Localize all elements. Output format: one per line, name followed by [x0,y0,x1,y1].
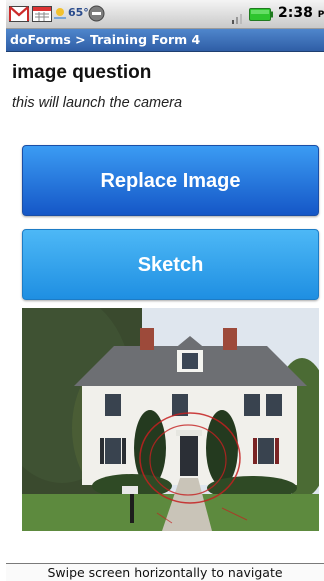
calendar-icon [32,6,52,22]
signal-icon [232,14,242,24]
clock: 2:38 PM [278,5,324,21]
temperature-label: 65° [68,6,89,19]
app-title: doForms > Training Form 4 [10,32,201,47]
replace-image-button[interactable]: Replace Image [22,145,319,216]
question-title: image question [12,62,152,83]
battery-icon [249,8,273,21]
sketch-button[interactable]: Sketch [22,229,319,300]
clock-suffix: PM [317,10,324,20]
status-bar: 65° 2:38 PM [6,0,324,29]
captured-image[interactable] [22,308,319,531]
weather-icon [54,8,66,19]
phone-screen: 65° 2:38 PM doForms > Training Form 4 im… [6,0,324,581]
question-hint: this will launch the camera [12,95,183,111]
gmail-icon [9,6,29,22]
navigation-hint: Swipe screen horizontally to navigate [6,563,324,581]
house-photo [22,308,319,531]
app-icon [88,5,105,22]
clock-time: 2:38 [278,5,313,21]
title-bar: doForms > Training Form 4 [6,29,324,52]
